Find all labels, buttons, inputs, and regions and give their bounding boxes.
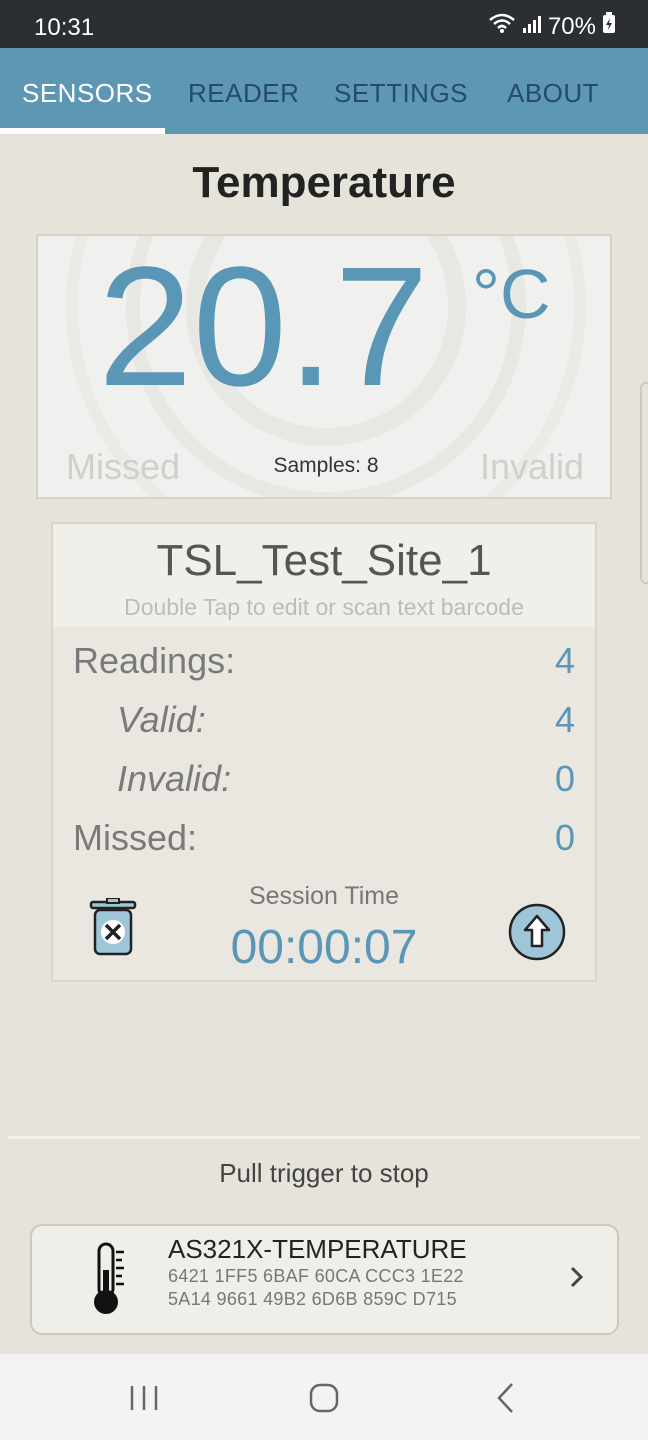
tag-epc-line: 6421 1FF5 6BAF 60CA CCC3 1E22 bbox=[168, 1266, 464, 1286]
active-tab-indicator bbox=[0, 128, 165, 134]
pull-trigger-hint: Pull trigger to stop bbox=[219, 1158, 429, 1188]
readings-label: Readings: bbox=[73, 640, 236, 681]
tab-settings[interactable]: SETTINGS bbox=[334, 48, 468, 134]
signal-icon bbox=[522, 13, 542, 41]
status-icons: 70% bbox=[488, 12, 616, 41]
wifi-icon bbox=[488, 12, 516, 41]
divider bbox=[8, 1136, 640, 1139]
home-icon[interactable] bbox=[304, 1380, 344, 1416]
tab-sensors[interactable]: SENSORS bbox=[22, 48, 153, 134]
battery-percent: 70% bbox=[547, 12, 596, 40]
temperature-reading-panel: 20.7 °C Missed Samples: 8 Invalid bbox=[36, 234, 612, 499]
tag-card[interactable]: AS321X-TEMPERATURE 6421 1FF5 6BAF 60CA C… bbox=[30, 1224, 619, 1335]
invalid-indicator: Invalid bbox=[479, 446, 584, 487]
tab-reader[interactable]: READER bbox=[188, 48, 299, 134]
thermometer-icon bbox=[88, 1240, 132, 1318]
status-time: 10:31 bbox=[34, 14, 95, 41]
back-icon[interactable] bbox=[486, 1380, 526, 1416]
chevron-right-icon[interactable] bbox=[566, 1262, 588, 1292]
recent-apps-icon[interactable] bbox=[124, 1380, 164, 1416]
tag-epc-line: 5A14 9661 49B2 6D6B 859C D715 bbox=[168, 1289, 457, 1309]
tab-bar: SENSORS READER SETTINGS ABOUT bbox=[0, 48, 648, 134]
temperature-unit: °C bbox=[472, 255, 551, 333]
status-bar: 10:31 70% bbox=[0, 0, 648, 48]
sensor-title: Temperature bbox=[192, 158, 456, 207]
site-hint: Double Tap to edit or scan text barcode bbox=[124, 594, 524, 620]
battery-icon bbox=[602, 12, 616, 41]
side-scroll-handle[interactable] bbox=[640, 382, 648, 584]
missed-value: 0 bbox=[554, 817, 575, 858]
invalid-value: 0 bbox=[554, 758, 575, 799]
readings-value: 4 bbox=[554, 640, 575, 681]
invalid-label: Invalid: bbox=[117, 758, 232, 799]
site-header[interactable]: TSL_Test_Site_1 Double Tap to edit or sc… bbox=[53, 524, 595, 626]
session-card: TSL_Test_Site_1 Double Tap to edit or sc… bbox=[51, 522, 597, 982]
valid-label: Valid: bbox=[117, 699, 206, 740]
valid-value: 4 bbox=[554, 699, 575, 740]
site-name[interactable]: TSL_Test_Site_1 bbox=[53, 536, 595, 586]
missed-label: Missed: bbox=[73, 817, 198, 858]
system-nav-bar bbox=[0, 1354, 648, 1440]
temperature-value: 20.7 bbox=[98, 234, 429, 422]
upload-icon[interactable] bbox=[507, 902, 567, 962]
tag-name: AS321X-TEMPERATURE bbox=[168, 1234, 467, 1264]
tab-about[interactable]: ABOUT bbox=[507, 48, 599, 134]
